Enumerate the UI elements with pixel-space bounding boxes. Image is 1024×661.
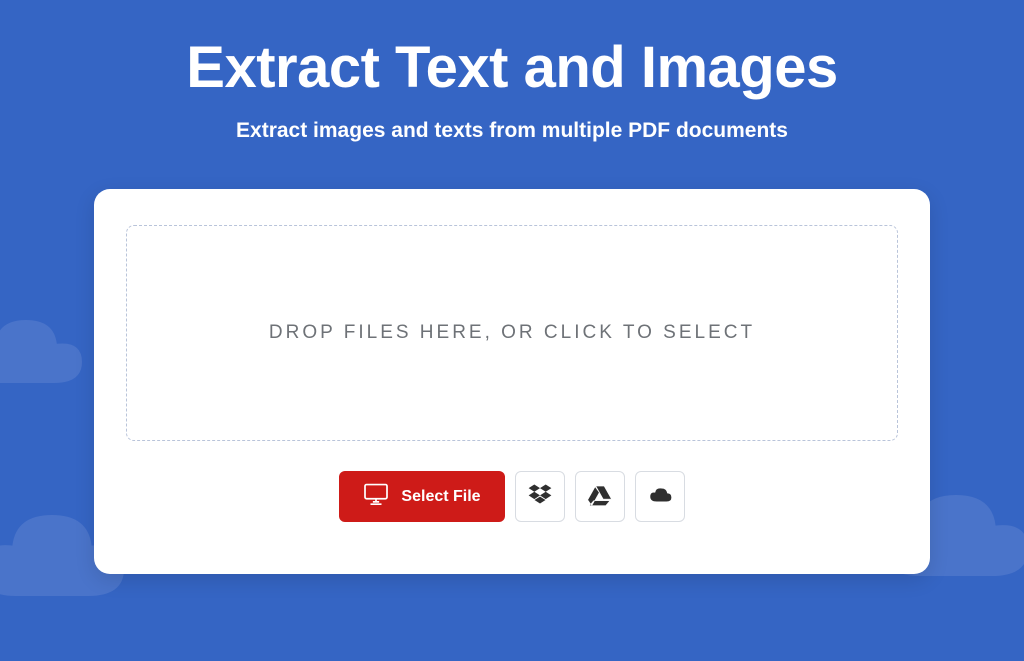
upload-actions: Select File <box>339 471 684 522</box>
dropbox-button[interactable] <box>515 471 565 522</box>
onedrive-button[interactable] <box>635 471 685 522</box>
google-drive-button[interactable] <box>575 471 625 522</box>
onedrive-icon <box>647 483 673 510</box>
upload-card: DROP FILES HERE, OR CLICK TO SELECT Sele… <box>94 189 930 574</box>
google-drive-icon <box>587 483 613 510</box>
dropbox-icon <box>527 483 553 510</box>
monitor-icon <box>363 483 389 510</box>
dropzone-placeholder: DROP FILES HERE, OR CLICK TO SELECT <box>269 322 755 344</box>
file-dropzone[interactable]: DROP FILES HERE, OR CLICK TO SELECT <box>126 225 898 441</box>
page-title: Extract Text and Images <box>186 34 837 101</box>
select-file-label: Select File <box>401 488 480 506</box>
select-file-button[interactable]: Select File <box>339 471 504 522</box>
page-subtitle: Extract images and texts from multiple P… <box>236 119 788 143</box>
